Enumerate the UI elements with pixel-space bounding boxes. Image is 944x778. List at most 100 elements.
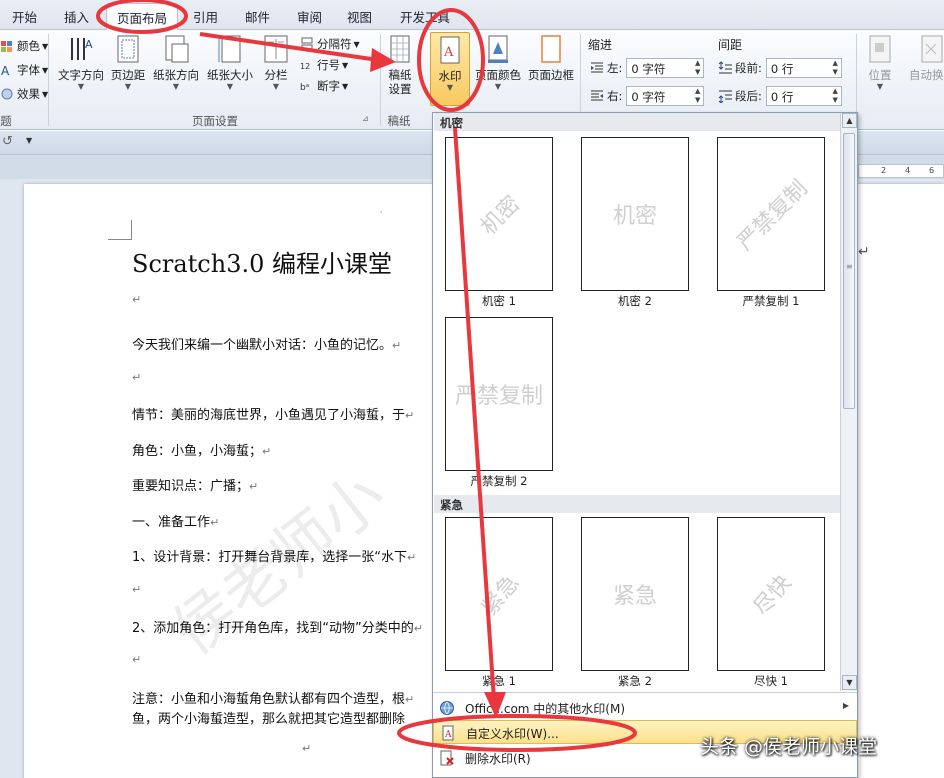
dialog-launcher-icon[interactable]: ⊿ <box>362 114 369 123</box>
tab-review[interactable]: 审阅 <box>297 7 322 26</box>
tab-developer[interactable]: 开发工具 <box>400 7 450 26</box>
spinner-arrows-icon[interactable]: ▲ ▼ <box>695 59 700 77</box>
paragraph-mark: ↵ <box>405 693 415 706</box>
spinner-arrows-icon[interactable]: ▲ ▼ <box>695 87 700 105</box>
empty-paragraph[interactable]: ↵ <box>132 292 141 307</box>
watermark-button[interactable]: A 水印 ▼ <box>430 32 470 106</box>
tab-insert[interactable]: 插入 <box>64 7 89 26</box>
thumbnail-watermark-text: 尽快 <box>749 570 797 621</box>
theme-effects-button[interactable]: 效果 ▼ <box>0 86 48 102</box>
spacing-before-value: 0 行 <box>770 62 794 76</box>
watermark-thumbnail[interactable]: 尽快 <box>717 517 825 671</box>
paragraph-mark: ↵ <box>302 742 312 755</box>
page-borders-button[interactable]: 页面边框 <box>524 34 578 82</box>
submenu-arrow-icon: ▶ <box>842 701 849 710</box>
watermark-thumbnail[interactable]: 紧急 <box>445 517 553 671</box>
watermark-thumbnail[interactable]: 机密 <box>581 137 689 291</box>
document-paragraph[interactable]: ↵ <box>132 652 141 667</box>
section-header-confidential: 机密 <box>434 113 841 131</box>
thumbnail-caption: 尽快 1 <box>754 674 788 688</box>
document-paragraph[interactable]: ↵ <box>132 370 141 385</box>
scroll-up-icon[interactable]: ▲ <box>842 113 857 128</box>
text-direction-label: 文字方向 <box>58 68 104 82</box>
spacing-before-field[interactable]: 0 行 ▲ ▼ <box>765 58 842 78</box>
office-more-watermarks-item[interactable]: Office.com 中的其他水印(M) ▶ <box>433 696 857 720</box>
document-paragraph[interactable]: 重要知识点：广播；↵ <box>132 475 258 494</box>
line-numbers-button[interactable]: 12 行号 ▼ <box>300 57 348 73</box>
paragraph-text: 角色：小鱼，小海蜇； <box>132 444 263 459</box>
breaks-label: 分隔符 <box>317 37 352 51</box>
spacing-after-field[interactable]: 0 行 ▲ ▼ <box>765 86 842 106</box>
paragraph-mark: ↵ <box>413 622 423 635</box>
thumbnail-watermark-text: 机密 <box>612 204 658 229</box>
spacing-after-icon <box>718 89 732 104</box>
spinner-arrows-icon[interactable]: ▲ ▼ <box>832 87 837 105</box>
watermark-thumbnail[interactable]: 机密 <box>445 137 553 291</box>
hyphenation-icon: bᵃ <box>300 79 314 93</box>
document-paragraph[interactable]: 今天我们来编一个幽默小对话：小鱼的记忆。↵ <box>132 334 401 353</box>
tab-page-layout[interactable]: 页面布局 <box>106 3 179 31</box>
scroll-down-icon[interactable]: ▼ <box>842 675 857 690</box>
theme-colors-button[interactable]: 颜色 ▼ <box>0 38 48 54</box>
margin-corner-mark <box>108 220 132 240</box>
document-paragraph[interactable]: 鱼，两个小海蜇造型，那么就把其它造型都删除 <box>132 708 405 727</box>
watermark-thumbnail[interactable]: 紧急 <box>581 517 689 671</box>
tab-view[interactable]: 视图 <box>347 7 372 26</box>
position-button[interactable]: 位置 ▼ <box>862 34 898 92</box>
margins-button[interactable]: 页边距 ▼ <box>108 34 148 92</box>
undo-icon[interactable]: ↺ <box>2 134 13 149</box>
document-paragraph[interactable]: 2、添加角色：打开角色库，找到“动物”分类中的↵ <box>132 617 423 636</box>
document-title[interactable]: Scratch3.0 编程小课堂 <box>132 244 392 279</box>
horizontal-ruler[interactable]: 2 4 6 <box>858 164 944 178</box>
indent-left-value: 0 字符 <box>631 62 666 76</box>
paragraph-text: 情节：美丽的海底世界，小鱼遇见了小海蜇，于 <box>132 408 406 423</box>
indent-right-value: 0 字符 <box>631 90 666 104</box>
watermark-thumbnail[interactable]: 严禁复制 <box>445 317 553 471</box>
indent-right-field[interactable]: 0 字符 ▲ ▼ <box>626 86 705 106</box>
columns-button[interactable]: 分栏 ▼ <box>258 34 294 92</box>
svg-text:A: A <box>443 45 454 60</box>
theme-fonts-button[interactable]: A 字体 ▼ <box>0 62 48 78</box>
manuscript-settings-button[interactable]: 稿纸 设置 <box>384 34 416 96</box>
indent-left-field[interactable]: 0 字符 ▲ ▼ <box>626 58 705 78</box>
watermark-thumbnail[interactable]: 严禁复制 <box>717 137 825 291</box>
size-button[interactable]: 纸张大小 ▼ <box>204 34 256 92</box>
breaks-button[interactable]: 分隔符 ▼ <box>300 36 360 52</box>
indent-title: 缩进 <box>588 38 613 52</box>
page-color-button[interactable]: 页面颜色 ▼ <box>474 34 522 92</box>
svg-text:A: A <box>85 38 93 51</box>
tab-home[interactable]: 开始 <box>12 7 37 26</box>
tab-mailings[interactable]: 邮件 <box>245 7 270 26</box>
scroll-thumb[interactable]: ≡ <box>843 133 855 409</box>
paragraph-mark: ↵ <box>405 409 415 422</box>
indent-left-icon <box>590 61 604 75</box>
margins-label: 页边距 <box>110 68 146 82</box>
page-setup-group-label: 页面设置 <box>192 114 238 128</box>
thumbnail-caption: 紧急 1 <box>482 674 516 688</box>
watermark-label: 水印 <box>438 69 462 83</box>
hyphenation-button[interactable]: bᵃ 断字 ▼ <box>300 78 348 94</box>
ruler-tick: 6 <box>929 166 935 175</box>
manuscript-label-1: 稿纸 <box>388 68 412 82</box>
document-paragraph[interactable]: 一、准备工作↵ <box>132 511 219 530</box>
document-paragraph[interactable]: 注意：小鱼和小海蜇角色默认都有四个造型，根↵ <box>132 688 414 707</box>
theme-fonts-label: 字体 <box>17 63 40 77</box>
document-paragraph[interactable]: 情节：美丽的海底世界，小鱼遇见了小海蜇，于↵ <box>132 404 414 423</box>
document-paragraph[interactable]: 角色：小鱼，小海蜇；↵ <box>132 440 271 459</box>
customize-dropdown-icon[interactable]: ▼ <box>26 136 32 145</box>
spinner-arrows-icon[interactable]: ▲ ▼ <box>832 59 837 77</box>
section-header-urgent: 紧急 <box>434 495 841 513</box>
page-borders-icon <box>537 34 565 64</box>
paragraph-mark: ↵ <box>858 244 870 260</box>
gallery-scrollbar[interactable]: ▲ ≡ ▼ <box>840 113 857 691</box>
tab-references[interactable]: 引用 <box>193 7 218 26</box>
paragraph-text: 今天我们来编一个幽默小对话：小鱼的记忆。 <box>132 338 393 353</box>
paragraph-mark: ↵ <box>132 583 142 596</box>
orientation-button[interactable]: 纸张方向 ▼ <box>150 34 202 92</box>
manuscript-label-2: 设置 <box>388 82 412 96</box>
wrap-text-button[interactable]: 自动换行 <box>902 34 944 82</box>
paragraph-mark: ↵ <box>210 516 220 529</box>
document-paragraph[interactable]: 1、设计背景：打开舞台背景库，选择一张“水下↵ <box>132 546 416 565</box>
text-direction-button[interactable]: A 文字方向 ▼ <box>56 34 106 92</box>
document-paragraph[interactable]: ↵ <box>132 582 141 597</box>
